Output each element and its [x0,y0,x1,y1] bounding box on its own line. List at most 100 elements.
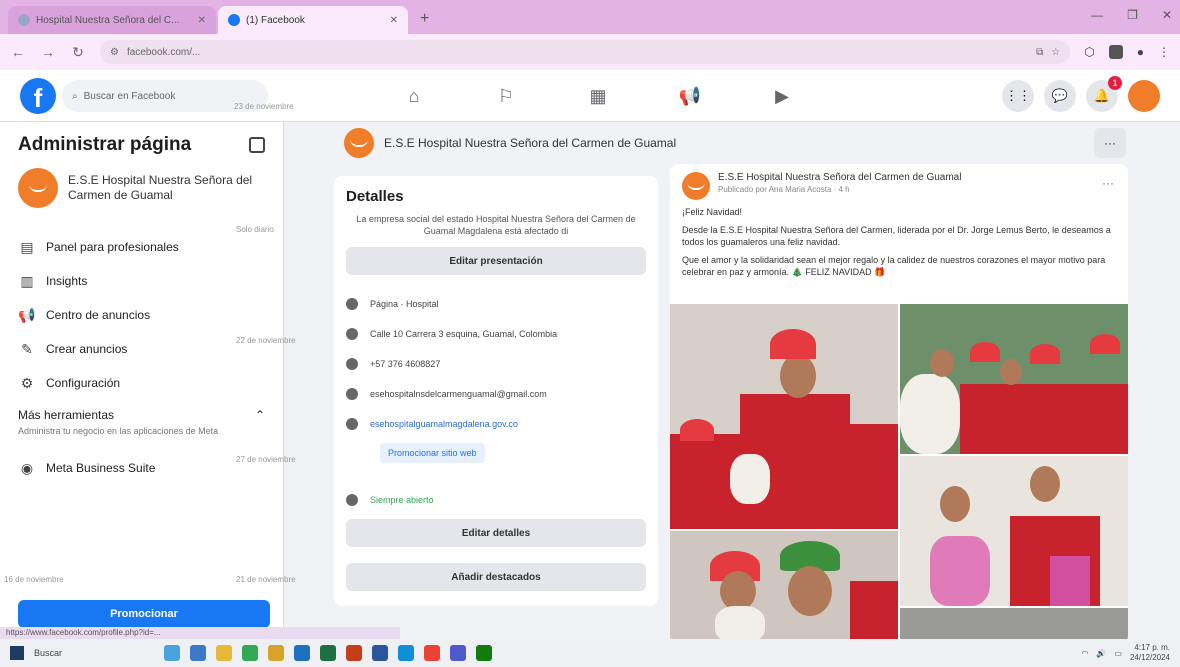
facebook-logo[interactable]: f [20,78,56,114]
post-photo[interactable] [900,304,1128,454]
taskbar-app-icon[interactable] [164,645,180,661]
gear-icon: ⚙ [20,374,34,391]
website-link[interactable]: esehospitalguamalmagdalena.gov.co [370,419,518,429]
sidebar-item-settings[interactable]: ⚙ Configuración [18,366,265,400]
reload-icon[interactable]: ↻ [70,44,86,61]
page-header-name[interactable]: E.S.E Hospital Nuestra Señora del Carmen… [384,136,676,150]
sidebar-header: Administrar página [18,130,265,160]
globe-icon [346,418,358,430]
sidebar-item-label: Crear anuncios [46,342,128,356]
post-author-avatar[interactable] [682,172,710,200]
tray-time: 4:17 p. m. [1134,643,1170,652]
sidebar-item-label: Insights [46,274,88,288]
post-author-name[interactable]: E.S.E Hospital Nuestra Señora del Carmen… [718,172,961,183]
new-tab-button[interactable]: + [410,10,439,34]
manage-page-sidebar: Administrar página E.S.E Hospital Nuestr… [0,122,284,628]
windows-start-icon[interactable] [10,646,24,660]
collapse-sidebar-icon[interactable] [249,137,265,153]
account-avatar[interactable] [1128,80,1160,112]
post-photo[interactable] [670,304,898,529]
promote-button[interactable]: Promocionar [18,600,270,628]
browser-tabstrip: Hospital Nuestra Señora del C... ✕ (1) F… [0,0,1180,34]
menu-grid-icon[interactable]: ⋮⋮ [1002,80,1034,112]
minimize-icon[interactable]: — [1091,8,1103,22]
notifications-icon[interactable]: 🔔 1 [1086,76,1122,112]
sidebar-item-create-ads[interactable]: ✎ Crear anuncios [18,332,265,366]
post-photo[interactable] [900,456,1128,606]
wifi-icon[interactable]: ◠ [1081,649,1088,658]
clock[interactable]: 4:17 p. m. 24/12/2024 [1130,643,1170,663]
windows-taskbar: Buscar ◠ 🔊 ▭ 4:17 p. m. 24/12/2024 [0,639,1180,667]
word-icon[interactable] [372,645,388,661]
taskbar-app-icon[interactable] [476,645,492,661]
edit-presentation-button[interactable]: Editar presentación [346,247,646,275]
marketplace-icon[interactable]: ▦ [552,78,644,114]
browser-tab-hospital[interactable]: Hospital Nuestra Señora del C... ✕ [8,6,216,34]
hours-text[interactable]: Siempre abierto [370,495,434,505]
chrome-icon[interactable] [242,645,258,661]
post-options-button[interactable]: ··· [1102,176,1114,190]
notification-badge: 1 [1108,76,1122,90]
edge-icon[interactable] [398,645,414,661]
taskbar-search[interactable]: Buscar [34,648,154,658]
sidebar-item-panel[interactable]: ▤ Panel para profesionales [18,230,265,264]
maximize-icon[interactable]: ❐ [1127,8,1138,22]
megaphone-icon[interactable]: 📢 [644,78,736,114]
post-paragraph: Que el amor y la solidaridad sean el mej… [682,255,1106,277]
sidebar-item-ads-center[interactable]: 📢 Centro de anuncios [18,298,265,332]
info-row-address: Calle 10 Carrera 3 esquina, Guamal, Colo… [346,321,646,347]
site-info-icon[interactable]: ⚙ [110,47,119,58]
sidepanel-icon[interactable] [1108,45,1123,59]
tray-date: 24/12/2024 [1129,653,1170,662]
back-icon[interactable]: ← [10,44,26,60]
info-row-hours: Siempre abierto [346,487,646,513]
sidebar-menu: ▤ Panel para profesionales ▥ Insights 📢 … [18,230,265,400]
phone-text: +57 376 4608827 [370,359,441,369]
sidebar-item-insights[interactable]: ▥ Insights [18,264,265,298]
home-icon[interactable]: ⌂ [368,78,460,114]
taskbar-app-icon[interactable] [268,645,284,661]
battery-icon[interactable]: ▭ [1114,649,1122,658]
add-featured-button[interactable]: Añadir destacados [346,563,646,591]
close-window-icon[interactable]: ✕ [1162,8,1172,22]
close-tab-icon[interactable]: ✕ [390,15,398,26]
details-card: Detalles La empresa social del estado Ho… [334,176,658,606]
page-avatar[interactable] [344,128,374,158]
taskbar-app-icon[interactable] [424,645,440,661]
post-text: ¡Feliz Navidad! Desde la E.S.E Hospital … [670,204,1128,286]
close-tab-icon[interactable]: ✕ [198,15,206,26]
video-icon[interactable]: ▶ [736,78,828,114]
email-text: esehospitalnsdelcarmenguamal@gmail.com [370,389,547,399]
profile-icon[interactable]: ● [1137,45,1144,59]
translate-icon[interactable]: ⧉ [1036,47,1043,58]
info-row-phone: +57 376 4608827 [346,351,646,377]
powerpoint-icon[interactable] [346,645,362,661]
excel-icon[interactable] [320,645,336,661]
post-card: E.S.E Hospital Nuestra Señora del Carmen… [670,164,1128,644]
background-timestamp: 16 de noviembre [4,575,64,584]
flag-icon[interactable]: ⚐ [460,78,552,114]
forward-icon[interactable]: → [40,44,56,60]
address-bar[interactable]: ⚙ facebook.com/... ⧉ ☆ [100,40,1071,64]
more-tools-section[interactable]: Más herramientas ⌃ [18,408,265,422]
messenger-icon[interactable]: 💬 [1044,80,1076,112]
taskbar-app-icon[interactable] [294,645,310,661]
page-description: La empresa social del estado Hospital Nu… [356,214,636,236]
browser-tab-facebook[interactable]: (1) Facebook ✕ [218,6,408,34]
search-icon: ⌕ [72,90,78,102]
edit-details-button[interactable]: Editar detalles [346,519,646,547]
taskbar-app-icon[interactable] [216,645,232,661]
post-photo[interactable] [670,531,898,644]
page-more-button[interactable]: ··· [1094,128,1126,158]
sidebar-item-business-suite[interactable]: ◉ Meta Business Suite [18,451,265,485]
insights-icon: ▥ [20,272,34,289]
bookmark-star-icon[interactable]: ☆ [1051,47,1060,58]
teams-icon[interactable] [450,645,466,661]
sidebar-page-switcher[interactable]: E.S.E Hospital Nuestra Señora del Carmen… [18,168,265,208]
extensions-icon[interactable]: ⬡ [1084,45,1094,59]
volume-icon[interactable]: 🔊 [1096,649,1106,658]
promote-website-button[interactable]: Promocionar sitio web [380,443,485,463]
browser-menu-icon[interactable]: ⋮ [1158,45,1170,59]
taskbar-app-icon[interactable] [190,645,206,661]
search-placeholder: Buscar en Facebook [83,90,176,102]
